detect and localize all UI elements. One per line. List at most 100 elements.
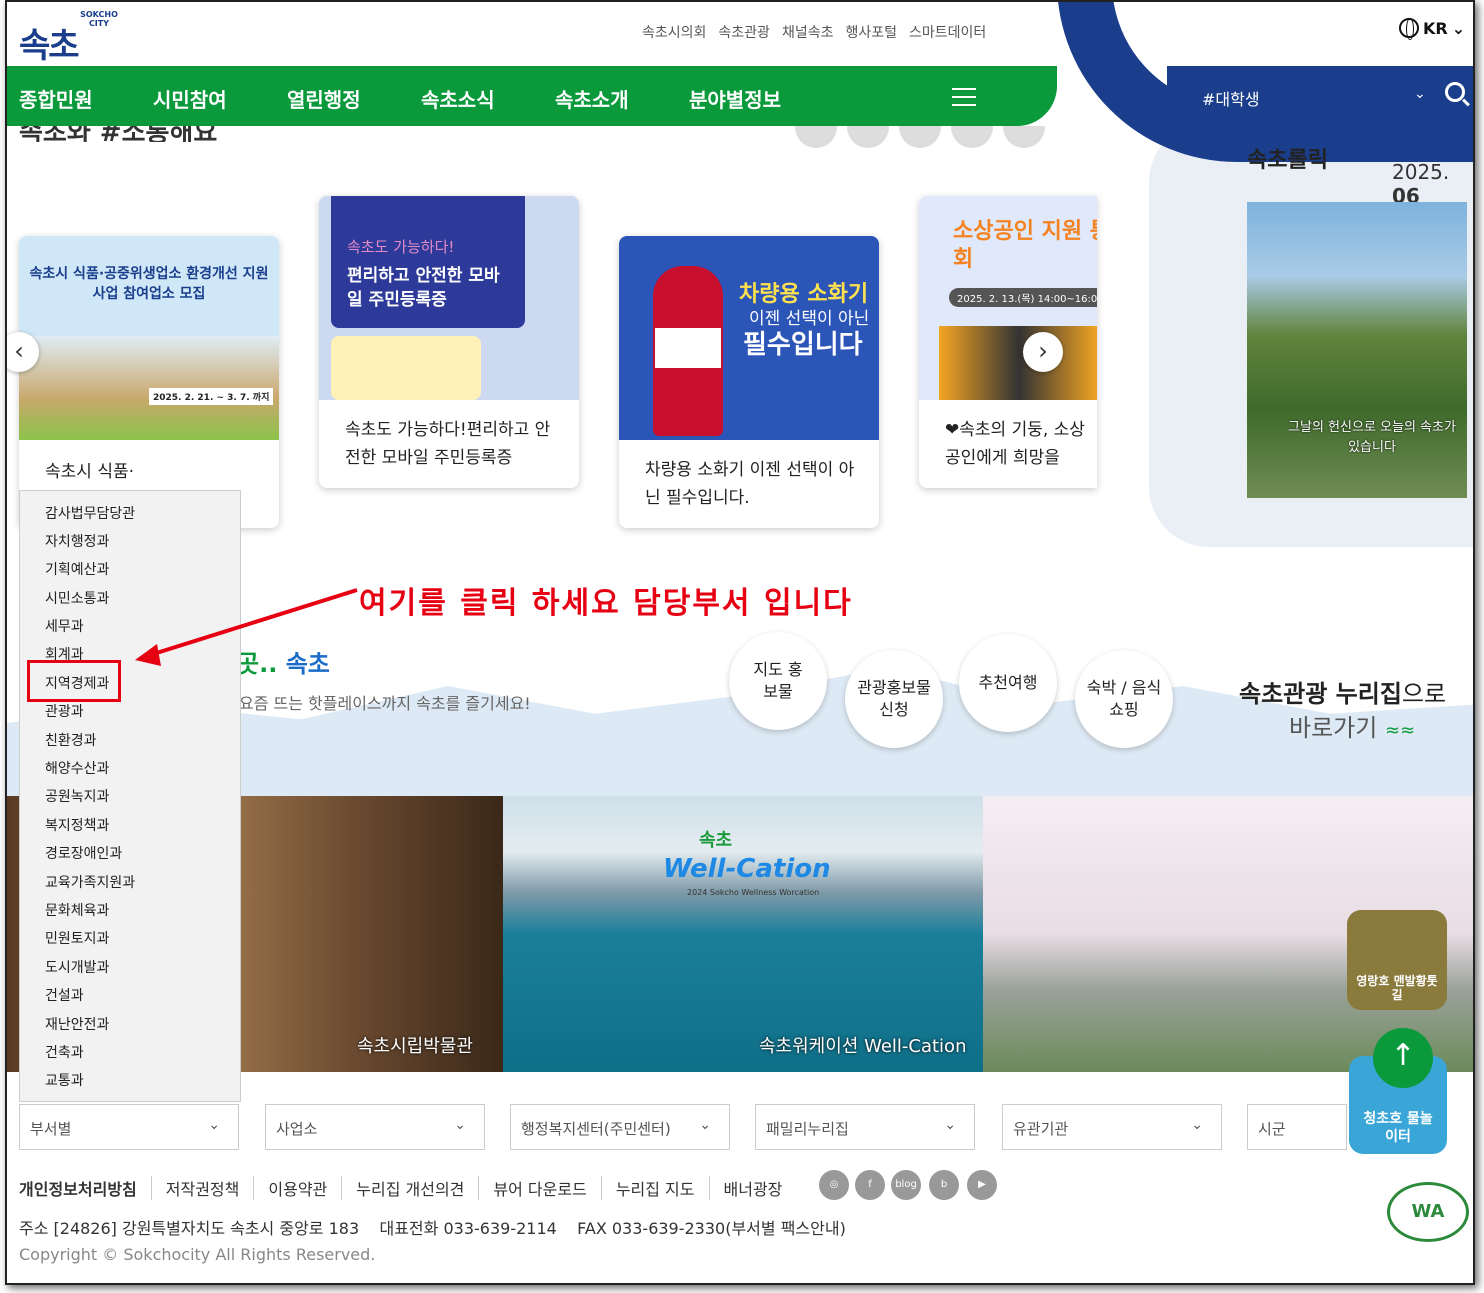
nav-item-participation[interactable]: 시민참여 (153, 84, 227, 113)
dept-item[interactable]: 경로장애인과 (45, 843, 122, 863)
browser-viewport: SOKCHO CITY 속초 속초시의회 속초관광 채널속초 행사포털 스마트데… (5, 0, 1475, 1285)
wa-accessibility-badge: WA (1387, 1182, 1469, 1242)
footer-link-banner[interactable]: 배너광장 (708, 1176, 797, 1200)
nav-item-fields[interactable]: 분야별정보 (689, 84, 781, 113)
select-business-value: 사업소 (276, 1120, 318, 1138)
footer-link-terms[interactable]: 이용약관 (253, 1176, 341, 1200)
dept-item[interactable]: 문화체육과 (45, 900, 109, 920)
sokcho-logo[interactable]: SOKCHO CITY 속초 (19, 8, 119, 66)
tourism-site-link[interactable]: 속초관광 누리집으로 (1239, 674, 1446, 709)
dept-item[interactable]: 도시개발과 (45, 957, 109, 977)
nav-item-intro[interactable]: 속초소개 (555, 84, 629, 113)
chevron-down-icon[interactable]: ⌄ (1414, 86, 1426, 102)
nav-item-civil[interactable]: 종합민원 (19, 84, 93, 113)
youtube-icon[interactable]: ▶ (967, 1170, 997, 1200)
footer-link-sitemap[interactable]: 누리집 지도 (600, 1176, 709, 1200)
dept-item[interactable]: 기획예산과 (45, 559, 109, 579)
dept-item[interactable]: 시민소통과 (45, 588, 109, 608)
dept-item[interactable]: 관광과 (45, 701, 84, 721)
card-1-label[interactable]: 속초시 식품· (45, 458, 134, 486)
annotation-text: 여기를 클릭 하세요 담당부서 입니다 (359, 586, 853, 621)
dept-item[interactable]: 공원녹지과 (45, 786, 109, 806)
select-community-value: 행정복지센터(주민센터) (521, 1120, 671, 1138)
dept-item[interactable]: 건축과 (45, 1042, 84, 1062)
card-4-label[interactable]: ❤속초의 기둥, 소상공인에게 희망을 (945, 416, 1085, 472)
select-cities-value: 시군 (1258, 1120, 1286, 1138)
top-link-smartdata[interactable]: 스마트데이터 (909, 22, 986, 42)
dept-item[interactable]: 세무과 (45, 616, 84, 636)
wave-icon: ≈≈ (1384, 720, 1416, 741)
dept-item[interactable]: 자치행정과 (45, 531, 109, 551)
search-hashtag[interactable]: #대학생 (1202, 86, 1260, 110)
footer-link-viewer[interactable]: 뷰어 다운로드 (478, 1176, 600, 1200)
tourism-site-goto[interactable]: 바로가기 ≈≈ (1289, 708, 1415, 743)
footer-link-copyright[interactable]: 저작권정책 (150, 1176, 254, 1200)
barefoot-trail-button[interactable]: 영랑호 맨발황톳길 (1347, 910, 1447, 1010)
select-family-sites[interactable]: 패밀리누리집 ⌄ (755, 1104, 975, 1150)
nav-item-admin[interactable]: 열린행정 (287, 84, 361, 113)
top-link-channel[interactable]: 채널속초 (782, 22, 834, 42)
dept-item[interactable]: 해양수산과 (45, 758, 109, 778)
carousel-next-button[interactable]: › (1023, 332, 1063, 372)
instagram-icon[interactable] (795, 126, 837, 148)
facebook-icon[interactable]: f (855, 1170, 885, 1200)
bubble-map-label: 지도 홍보물 (753, 660, 803, 701)
top-link-council[interactable]: 속초시의회 (642, 22, 706, 42)
select-business-office[interactable]: 사업소 ⌄ (265, 1104, 485, 1150)
dept-item[interactable]: 감사법무담당관 (45, 503, 135, 523)
dept-item[interactable]: 민원토지과 (45, 928, 109, 948)
select-community-center[interactable]: 행정복지센터(주민센터) ⌄ (510, 1104, 730, 1150)
select-related-value: 유관기관 (1013, 1120, 1069, 1138)
dept-item[interactable]: 재난안전과 (45, 1014, 109, 1034)
magazine-cover[interactable]: 그날의 헌신으로 오늘의 속초가 있습니다 (1247, 202, 1467, 498)
wellcation-title: Well-Cation (663, 854, 831, 884)
top-link-events[interactable]: 행사포털 (845, 22, 897, 42)
scroll-top-button[interactable]: ↑ (1373, 1028, 1433, 1088)
card-4-image: 소상공인 지원 통합 설명회 2025. 2. 13.(목) 14:00~16:… (919, 196, 1097, 400)
dept-item[interactable]: 교육가족지원과 (45, 872, 135, 892)
card-1-image-title: 속초시 식품·공중위생업소 환경개선 지원사업 참여업소 모집 (29, 266, 269, 302)
nav-item-news[interactable]: 속초소식 (421, 84, 495, 113)
dept-item[interactable]: 건설과 (45, 985, 84, 1005)
hamburger-menu-icon[interactable] (952, 88, 976, 106)
news-card-2[interactable]: 속초도 가능하다! 편리하고 안전한 모바일 주민등록증 속초도 가능하다!편리… (319, 196, 579, 488)
card-1-image-date: 2025. 2. 21. ~ 3. 7. 까지 (149, 388, 274, 405)
language-selector[interactable]: KR ⌄ (1399, 18, 1465, 40)
news-card-3[interactable]: 차량용 소화기 이젠 선택이 아닌 필수입니다 차량용 소화기 이젠 선택이 아… (619, 236, 879, 528)
news-card-1[interactable]: 속초시 식품·공중위생업소 환경개선 지원사업 참여업소 모집 2025. 2.… (19, 236, 279, 528)
card-3-label[interactable]: 차량용 소화기 이젠 선택이 아닌 필수입니다. (645, 456, 865, 512)
top-link-tourism[interactable]: 속초관광 (718, 22, 770, 42)
chevron-down-icon: ⌄ (454, 1117, 466, 1133)
highlight-box (27, 660, 121, 702)
bubble-brochure-request[interactable]: 관광홍보물 신청 (845, 650, 943, 748)
band-icon[interactable] (951, 126, 993, 148)
photo-wellcation[interactable]: 속초 Well-Cation 2024 Sokcho Wellness Worc… (503, 796, 983, 1072)
select-cities[interactable]: 시군 (1247, 1104, 1347, 1150)
bubble-recommended-trips[interactable]: 추천여행 (959, 634, 1057, 732)
card-2-label[interactable]: 속초도 가능하다!편리하고 안전한 모바일 주민등록증 (345, 416, 565, 472)
youtube-icon[interactable] (1003, 126, 1045, 148)
bubble-map-brochure[interactable]: 지도 홍보물 (729, 632, 827, 730)
select-department-value: 부서별 (30, 1120, 72, 1138)
dept-item[interactable]: 복지정책과 (45, 815, 109, 835)
blog-icon[interactable] (899, 126, 941, 148)
dept-item[interactable]: 친환경과 (45, 730, 97, 750)
dept-item[interactable]: 교통과 (45, 1070, 84, 1090)
select-related-orgs[interactable]: 유관기관 ⌄ (1002, 1104, 1222, 1150)
facebook-icon[interactable] (847, 126, 889, 148)
annotation-arrow-icon (135, 588, 358, 666)
instagram-icon[interactable]: ◎ (819, 1170, 849, 1200)
news-card-4[interactable]: 소상공인 지원 통합 설명회 2025. 2. 13.(목) 14:00~16:… (919, 196, 1097, 488)
footer-link-feedback[interactable]: 누리집 개선의견 (341, 1176, 478, 1200)
blog-icon[interactable]: blog (891, 1170, 921, 1200)
bubble-stay-food-shopping[interactable]: 숙박 / 음식 쇼핑 (1075, 650, 1173, 748)
band-icon[interactable]: b (929, 1170, 959, 1200)
social-section-title: 속초와 #소통해요 (19, 126, 218, 142)
tourism-goto-label: 바로가기 (1289, 714, 1378, 742)
tourism-site-bold: 속초관광 누리집 (1239, 680, 1402, 708)
select-department[interactable]: 부서별 ⌄ (19, 1104, 239, 1150)
logo-text: 속초 (19, 26, 80, 66)
magazine-title: 속초롤릭 (1247, 148, 1328, 173)
search-icon[interactable] (1445, 82, 1465, 102)
footer-link-privacy[interactable]: 개인정보처리방침 (19, 1176, 151, 1200)
